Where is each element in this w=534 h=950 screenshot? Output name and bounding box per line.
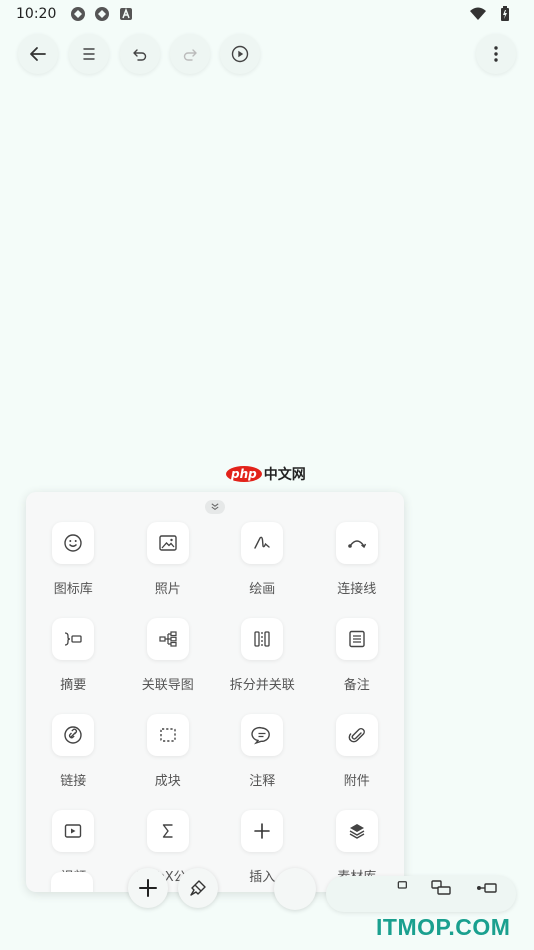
watermark-php: php 中文网 [226, 464, 306, 484]
php-logo: php [226, 466, 262, 482]
more-button[interactable] [476, 34, 516, 74]
note-icon [349, 630, 365, 648]
insert-item-note[interactable]: 备注 [310, 618, 405, 693]
insert-item-label: 摘要 [60, 678, 87, 693]
insert-item-label: 拆分并关联 [229, 678, 295, 693]
insert-item-label: 附件 [343, 774, 370, 789]
presentation-button[interactable] [220, 34, 260, 74]
image-icon [159, 535, 177, 551]
list-icon [83, 48, 95, 60]
plus-icon [139, 879, 157, 897]
insert-item-split-link[interactable]: 拆分并关联 [215, 618, 310, 693]
outline-button[interactable] [69, 34, 109, 74]
sigma-icon [162, 824, 173, 838]
format-button[interactable] [178, 868, 218, 908]
node-insert-icon [477, 883, 497, 893]
summary-bracket-icon [65, 632, 82, 646]
sync-icon [70, 6, 86, 22]
bottom-bar [0, 860, 534, 920]
redo-icon [183, 49, 197, 61]
insert-item-drawing[interactable]: 绘画 [215, 522, 310, 597]
insert-item-label: 照片 [154, 582, 181, 597]
hidden-action-button[interactable] [274, 868, 316, 910]
split-link-icon [254, 631, 270, 647]
node-sibling-icon [431, 880, 451, 895]
status-bar: 10:20 [0, 0, 534, 28]
top-toolbar [0, 32, 534, 76]
node-child-icon [397, 881, 407, 889]
insert-item-label: 连接线 [337, 582, 377, 597]
insert-item-label: 关联导图 [141, 678, 194, 693]
layout-insert-button[interactable] [474, 878, 500, 898]
dashed-block-icon [160, 728, 176, 742]
add-node-button[interactable] [128, 868, 168, 908]
pen-draw-icon [254, 536, 270, 549]
comment-icon [251, 726, 271, 745]
layout-sibling-button[interactable] [428, 878, 454, 898]
paint-brush-icon [190, 880, 206, 896]
layout-child-button[interactable] [388, 878, 414, 898]
insert-item-label: 图标库 [53, 582, 93, 597]
insert-grid: 图标库 照片 绘画 连接线 摘要 关联导图 拆分并关联 备注 链接 成块 注释 … [26, 522, 404, 885]
link-icon [64, 726, 82, 744]
arrow-left-icon [30, 47, 46, 61]
insert-item-label: 链接 [60, 774, 87, 789]
insert-item-label: 绘画 [249, 582, 276, 597]
wifi-icon [470, 6, 486, 22]
watermark-itmop: ITMOP.COM [376, 914, 511, 940]
insert-item-block[interactable]: 成块 [121, 714, 216, 789]
status-time: 10:20 [16, 6, 57, 22]
more-vertical-icon [494, 46, 498, 62]
layers-icon [349, 824, 365, 839]
back-button[interactable] [18, 34, 58, 74]
font-app-icon [118, 6, 134, 22]
battery-icon [500, 6, 510, 22]
emoji-icon [64, 534, 82, 552]
chevron-double-down-icon [211, 503, 219, 511]
sync-icon [94, 6, 110, 22]
insert-item-summary[interactable]: 摘要 [26, 618, 121, 693]
undo-icon [133, 49, 147, 61]
paperclip-icon [348, 728, 365, 743]
insert-panel: 图标库 照片 绘画 连接线 摘要 关联导图 拆分并关联 备注 链接 成块 注释 … [26, 492, 404, 892]
redo-button[interactable] [170, 34, 210, 74]
curve-connector-icon [347, 540, 366, 549]
insert-item-label: 注释 [249, 774, 276, 789]
insert-item-link[interactable]: 链接 [26, 714, 121, 789]
insert-item-comment[interactable]: 注释 [215, 714, 310, 789]
insert-item-photo[interactable]: 照片 [121, 522, 216, 597]
mindmap-branch-icon [159, 631, 177, 647]
insert-item-related-map[interactable]: 关联导图 [121, 618, 216, 693]
insert-item-connector[interactable]: 连接线 [310, 522, 405, 597]
insert-item-label: 备注 [343, 678, 370, 693]
collapse-handle[interactable] [205, 500, 225, 514]
php-logo-text: 中文网 [263, 467, 306, 483]
insert-item-label: 成块 [154, 774, 181, 789]
insert-item-icon-library[interactable]: 图标库 [26, 522, 121, 597]
insert-item-attachment[interactable]: 附件 [310, 714, 405, 789]
plus-icon [254, 823, 271, 839]
play-circle-icon [231, 45, 249, 63]
video-icon [65, 824, 82, 838]
undo-button[interactable] [120, 34, 160, 74]
